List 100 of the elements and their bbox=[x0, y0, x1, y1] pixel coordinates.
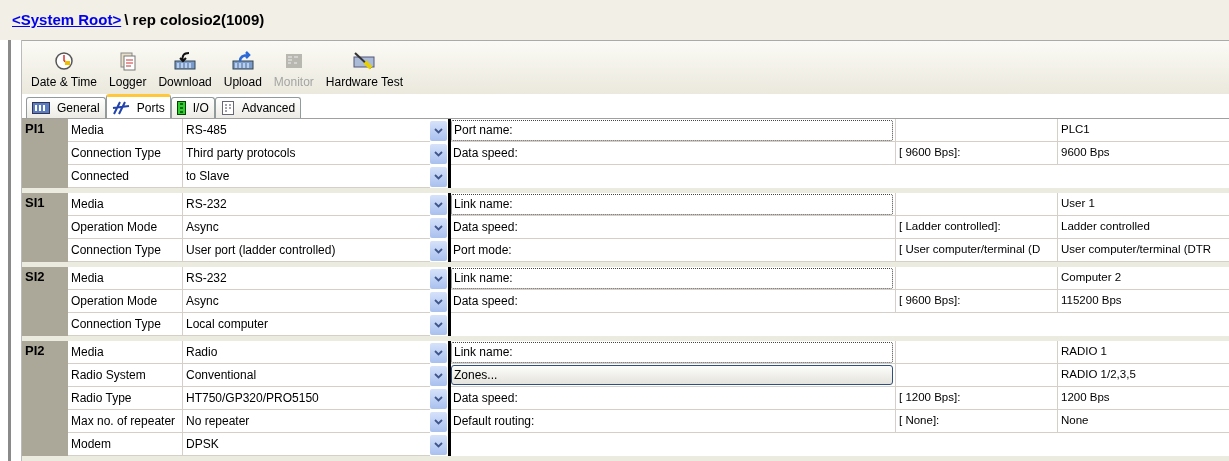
property-value: Async bbox=[186, 219, 219, 236]
dropdown-button[interactable] bbox=[430, 342, 447, 363]
dropdown-button[interactable] bbox=[430, 240, 447, 261]
property-value: User port (ladder controlled) bbox=[186, 242, 336, 259]
property-value: to Slave bbox=[186, 168, 230, 185]
current-value: 1200 Bps bbox=[1061, 390, 1110, 406]
dropdown-button[interactable] bbox=[430, 365, 447, 386]
dropdown-button[interactable] bbox=[430, 166, 447, 187]
toolbar-button[interactable]: Upload bbox=[222, 50, 263, 91]
property-label: Operation Mode bbox=[71, 219, 158, 236]
download-icon bbox=[173, 50, 198, 71]
property-label: Radio Type bbox=[71, 390, 132, 407]
chevron-down-icon bbox=[434, 201, 443, 208]
current-value: Computer 2 bbox=[1061, 270, 1122, 286]
default-value: [ 1200 Bps]: bbox=[899, 390, 961, 406]
default-value: [ None]: bbox=[899, 413, 940, 429]
setting-label: Port mode: bbox=[452, 242, 513, 259]
tab[interactable]: Advanced bbox=[214, 97, 302, 118]
toolbar-button[interactable]: Download bbox=[157, 50, 213, 91]
screwdriver-icon bbox=[351, 50, 378, 71]
current-value: 9600 Bps bbox=[1061, 145, 1110, 161]
upload-icon bbox=[230, 50, 255, 71]
chevron-down-icon bbox=[434, 418, 443, 425]
document-icon bbox=[117, 50, 138, 71]
chevron-down-icon bbox=[434, 441, 443, 448]
current-value: PLC1 bbox=[1061, 122, 1090, 138]
toolbar-button[interactable]: Logger bbox=[108, 50, 148, 91]
property-label: Media bbox=[71, 122, 104, 139]
property-value: Third party protocols bbox=[186, 145, 296, 162]
default-value: [ 9600 Bps]: bbox=[899, 293, 961, 309]
port-header: SI1 bbox=[22, 193, 68, 262]
property-value: Conventional bbox=[186, 367, 257, 384]
dropdown-button[interactable] bbox=[430, 388, 447, 409]
chevron-down-icon bbox=[434, 150, 443, 157]
system-root-link[interactable]: <System Root> bbox=[12, 8, 122, 32]
dropdown-button[interactable] bbox=[430, 143, 447, 164]
card-icon bbox=[32, 102, 50, 114]
property-value: No repeater bbox=[186, 413, 250, 430]
tab[interactable]: Ports bbox=[105, 94, 171, 118]
default-value: [ User computer/terminal (D bbox=[899, 242, 1041, 258]
current-value: User computer/terminal (DTR bbox=[1061, 242, 1212, 258]
property-value: DPSK bbox=[186, 436, 219, 453]
dropdown-button[interactable] bbox=[430, 314, 447, 335]
dropdown-button[interactable] bbox=[430, 120, 447, 141]
chevron-down-icon bbox=[434, 298, 443, 305]
port-header: SI2 bbox=[22, 267, 68, 336]
dropdown-button[interactable] bbox=[430, 291, 447, 312]
property-label: Modem bbox=[71, 436, 111, 453]
port-header: PI1 bbox=[22, 119, 68, 188]
dropdown-button[interactable] bbox=[430, 217, 447, 238]
clock-icon bbox=[54, 50, 74, 71]
dropdown-button[interactable] bbox=[430, 194, 447, 215]
chevron-down-icon bbox=[434, 372, 443, 379]
tab[interactable]: I/O bbox=[170, 97, 215, 118]
tab[interactable]: General bbox=[26, 97, 106, 118]
property-value: RS-232 bbox=[186, 270, 227, 287]
current-value: Ladder controlled bbox=[1061, 219, 1150, 235]
property-value: Radio bbox=[186, 344, 218, 361]
setting-label: Data speed: bbox=[452, 145, 519, 162]
chevron-down-icon bbox=[434, 395, 443, 402]
toolbar-button[interactable]: Hardware Test bbox=[324, 50, 404, 91]
current-value: User 1 bbox=[1061, 196, 1095, 212]
zones-button[interactable]: Zones... bbox=[451, 365, 893, 385]
current-value: None bbox=[1061, 413, 1089, 429]
chevron-down-icon bbox=[434, 224, 443, 231]
sheet-icon bbox=[220, 101, 235, 115]
setting-label: Data speed: bbox=[452, 219, 519, 236]
property-value: RS-232 bbox=[186, 196, 227, 213]
chevron-down-icon bbox=[434, 247, 443, 254]
lightning-icon bbox=[111, 100, 130, 115]
property-label: Media bbox=[71, 344, 104, 361]
property-label: Radio System bbox=[71, 367, 146, 384]
property-value: HT750/GP320/PRO5150 bbox=[186, 390, 319, 407]
dropdown-button[interactable] bbox=[430, 411, 447, 432]
port-header: PI2 bbox=[22, 341, 68, 456]
setting-label: Default routing: bbox=[452, 413, 536, 430]
chevron-down-icon bbox=[434, 349, 443, 356]
property-label: Connection Type bbox=[71, 242, 161, 259]
property-value: RS-485 bbox=[186, 122, 227, 139]
property-label: Operation Mode bbox=[71, 293, 158, 310]
chevron-down-icon bbox=[434, 275, 443, 282]
toolbar-button[interactable]: Date & Time bbox=[30, 50, 99, 91]
setting-label: Data speed: bbox=[452, 390, 519, 407]
property-label: Media bbox=[71, 196, 104, 213]
default-value: [ 9600 Bps]: bbox=[899, 145, 961, 161]
dropdown-button[interactable] bbox=[430, 434, 447, 455]
chevron-down-icon bbox=[434, 173, 443, 180]
chevron-down-icon bbox=[434, 127, 443, 134]
io-icon bbox=[176, 101, 186, 115]
property-value: Local computer bbox=[186, 316, 269, 333]
property-label: Connected bbox=[71, 168, 130, 185]
current-value: RADIO 1 bbox=[1061, 344, 1107, 360]
property-label: Media bbox=[71, 270, 104, 287]
current-value: 115200 Bps bbox=[1061, 293, 1122, 309]
property-label: Connection Type bbox=[71, 316, 161, 333]
setting-label: Data speed: bbox=[452, 293, 519, 310]
property-value: Async bbox=[186, 293, 219, 310]
property-label: Connection Type bbox=[71, 145, 161, 162]
dropdown-button[interactable] bbox=[430, 268, 447, 289]
chevron-down-icon bbox=[434, 321, 443, 328]
